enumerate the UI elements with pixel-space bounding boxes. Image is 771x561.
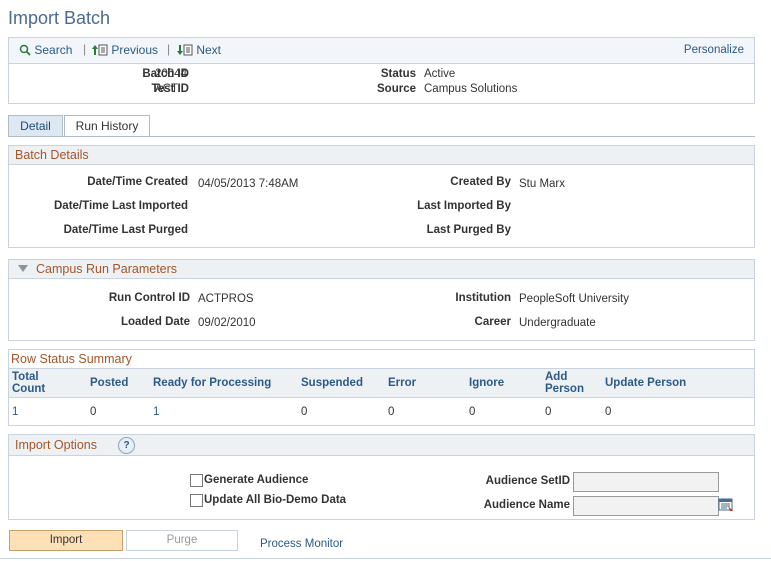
created-by-value: Stu Marx (519, 178, 566, 190)
previous-icon (92, 44, 108, 56)
date-created-value: 04/05/2013 7:48AM (198, 178, 299, 190)
audience-name-label: Audience Name (483, 499, 570, 511)
row-status-summary-grid: Row Status Summary Total Count Posted Rea… (8, 349, 755, 426)
audience-setid-label: Audience SetID (485, 475, 570, 487)
row-status-header: Row Status Summary (9, 350, 754, 366)
run-control-id-label: Run Control ID (108, 292, 190, 304)
suspended-value: 0 (301, 406, 308, 418)
institution-value: PeopleSoft University (519, 293, 629, 305)
total-count-link[interactable]: 1 (12, 406, 18, 418)
previous-button[interactable]: Previous (92, 43, 158, 57)
last-imported-by-label: Last Imported By (417, 200, 511, 212)
page-bottom-divider (0, 558, 771, 559)
lookup-icon[interactable] (718, 498, 734, 512)
col-ignore: Ignore (469, 377, 505, 389)
campus-run-group: Campus Run Parameters Run Control ID ACT… (8, 259, 755, 341)
personalize-link[interactable]: Personalize (684, 44, 744, 56)
col-posted: Posted (90, 377, 129, 389)
generate-audience-checkbox[interactable] (190, 474, 203, 487)
search-label: Search (34, 43, 73, 57)
update-bio-demo-label: Update All Bio-Demo Data (204, 494, 347, 506)
run-control-id-value: ACTPROS (198, 293, 254, 305)
toolbar: Search | Previous | Next Personalize (8, 37, 755, 64)
col-ready-for-processing: Ready for Processing (153, 377, 272, 389)
page-title: Import Batch (8, 8, 111, 28)
table-row: 1 0 1 0 0 0 0 0 (9, 398, 754, 422)
test-id-value: ACT (155, 83, 178, 95)
import-options-header: Import Options ? (9, 435, 754, 456)
row-status-column-header: Total Count Posted Ready for Processing S… (9, 368, 754, 398)
search-button[interactable]: Search (19, 43, 72, 57)
institution-label: Institution (455, 292, 511, 304)
loaded-date-label: Loaded Date (120, 316, 190, 328)
col-error: Error (388, 377, 417, 389)
campus-run-header[interactable]: Campus Run Parameters (9, 260, 754, 279)
tab-divider (8, 136, 755, 137)
status-label: Status (380, 68, 416, 80)
error-value: 0 (388, 406, 395, 418)
help-button[interactable]: ? (118, 437, 135, 454)
collapse-triangle-icon[interactable] (18, 265, 28, 273)
audience-setid-input[interactable] (573, 472, 719, 492)
tab-detail[interactable]: Detail (8, 115, 63, 137)
help-icon: ? (123, 440, 130, 451)
import-button[interactable]: Import (9, 530, 123, 551)
add-person-value: 0 (545, 406, 552, 418)
campus-run-title[interactable]: Campus Run Parameters (36, 262, 177, 276)
col-total-count: Total Count (12, 371, 46, 395)
audience-name-input[interactable] (573, 496, 719, 516)
import-options-group: Import Options ? Generate Audience Updat… (8, 434, 755, 520)
previous-label: Previous (111, 43, 159, 57)
batch-id-value: 20044 (155, 68, 187, 80)
purge-button[interactable]: Purge (126, 530, 238, 551)
row-status-title: Row Status Summary (11, 352, 132, 366)
source-value: Campus Solutions (424, 83, 518, 95)
batch-details-group: Batch Details Date/Time Created 04/05/20… (8, 145, 755, 248)
date-created-label: Date/Time Created (87, 176, 188, 188)
update-bio-demo-checkbox[interactable] (190, 494, 203, 507)
update-person-value: 0 (605, 406, 612, 418)
generate-audience-label: Generate Audience (204, 474, 309, 486)
import-options-title: Import Options (15, 438, 97, 452)
loaded-date-value: 09/02/2010 (198, 317, 256, 329)
batch-details-title: Batch Details (15, 148, 89, 162)
tab-run-history-label: Run History (75, 119, 139, 133)
col-update-person: Update Person (605, 377, 687, 389)
next-icon (177, 44, 193, 56)
col-add-person: Add Person (545, 371, 584, 395)
ignore-value: 0 (469, 406, 476, 418)
created-by-label: Created By (450, 176, 511, 188)
source-label: Source (377, 83, 416, 95)
date-last-purged-label: Date/Time Last Purged (63, 224, 188, 236)
toolbar-separator: | (167, 42, 171, 56)
next-label: Next (196, 43, 222, 57)
posted-value: 0 (90, 406, 97, 418)
date-last-imported-label: Date/Time Last Imported (54, 200, 188, 212)
career-label: Career (474, 316, 511, 328)
toolbar-separator: | (83, 42, 87, 56)
batch-header: Batch ID 20044 Test ID ACT Status Active… (8, 63, 755, 104)
search-icon (19, 44, 31, 56)
batch-details-header: Batch Details (9, 146, 754, 165)
process-monitor-link[interactable]: Process Monitor (260, 538, 343, 550)
next-button[interactable]: Next (177, 43, 221, 57)
career-value: Undergraduate (519, 317, 596, 329)
ready-for-processing-link[interactable]: 1 (153, 406, 159, 418)
col-suspended: Suspended (301, 377, 363, 389)
last-purged-by-label: Last Purged By (426, 224, 511, 236)
status-value: Active (424, 68, 456, 80)
tab-run-history[interactable]: Run History (64, 115, 150, 137)
